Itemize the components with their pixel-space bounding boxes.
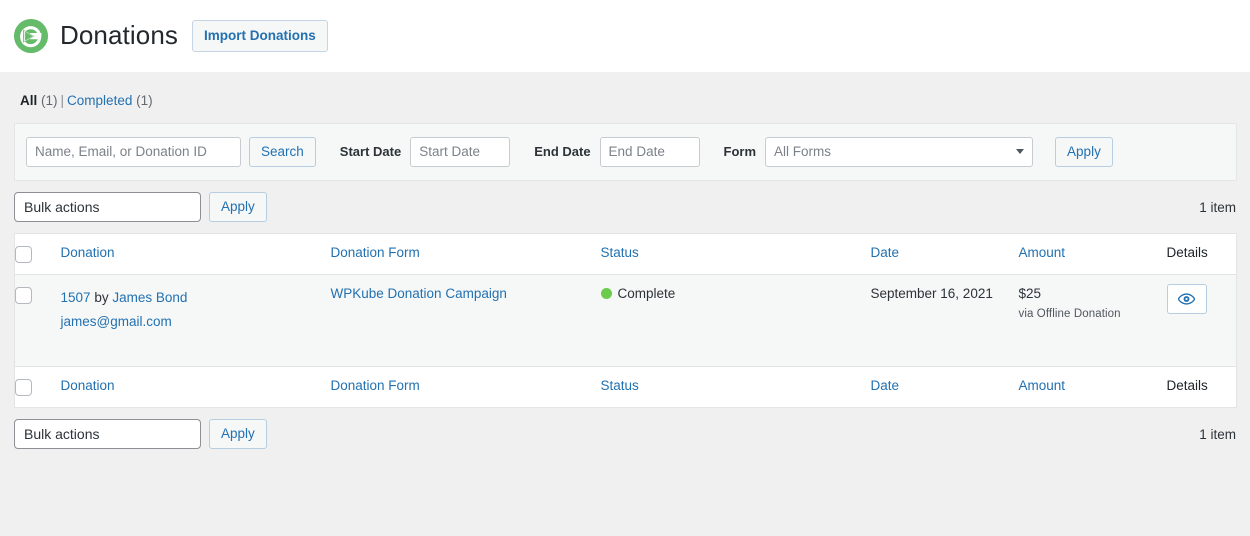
page-header: Donations Import Donations [0, 0, 1250, 72]
donor-email-link[interactable]: james@gmail.com [61, 314, 172, 329]
table-foot: Donation Donation Form Status Date Amoun… [14, 366, 1237, 408]
column-header-details: Details [1166, 233, 1237, 275]
select-all-checkbox-top[interactable] [15, 245, 32, 263]
view-separator: | [60, 93, 65, 108]
page-title: Donations [60, 20, 178, 51]
view-count-completed: (1) [136, 93, 153, 108]
givewp-logo-icon [14, 19, 48, 53]
form-label: Form [723, 144, 757, 160]
table-header-row: Donation Donation Form Status Date Amoun… [14, 233, 1237, 275]
select-all-header [14, 233, 61, 275]
column-header-status: Status [600, 233, 871, 275]
sort-link-donation-bottom[interactable]: Donation [61, 378, 115, 393]
column-header-donation-form: Donation Form [330, 233, 601, 275]
view-donation-details-button[interactable] [1166, 283, 1207, 314]
bulk-actions-select-top[interactable]: Bulk actions [14, 192, 201, 223]
table-footer-row: Donation Donation Form Status Date Amoun… [14, 366, 1237, 408]
sort-link-status-bottom[interactable]: Status [601, 378, 639, 393]
end-date-input[interactable] [599, 136, 700, 167]
bulk-apply-button-bottom[interactable]: Apply [209, 419, 267, 450]
table-row: 1507 by James Bond james@gmail.com WPKub… [14, 274, 1237, 367]
bulk-apply-button-top[interactable]: Apply [209, 192, 267, 223]
status-label: Complete [617, 285, 676, 301]
view-link-all[interactable]: All [20, 93, 37, 108]
column-footer-status: Status [600, 366, 871, 408]
page-body: All (1)|Completed (1) Search Start Date … [0, 72, 1250, 536]
cell-donation: 1507 by James Bond james@gmail.com [61, 274, 331, 366]
column-header-date: Date [870, 233, 1019, 275]
status-dot-icon [600, 287, 612, 299]
donations-table: Donation Donation Form Status Date Amoun… [14, 232, 1237, 408]
filter-apply-button[interactable]: Apply [1055, 136, 1113, 167]
column-footer-amount: Amount [1018, 366, 1167, 408]
sort-link-donation[interactable]: Donation [61, 245, 115, 260]
sort-link-amount[interactable]: Amount [1019, 245, 1066, 260]
column-header-amount: Amount [1018, 233, 1167, 275]
table-body: 1507 by James Bond james@gmail.com WPKub… [14, 274, 1237, 367]
sort-link-date-bottom[interactable]: Date [871, 378, 900, 393]
donor-name-link[interactable]: James Bond [112, 290, 187, 305]
form-select[interactable]: All Forms [765, 136, 1034, 167]
import-donations-button[interactable]: Import Donations [191, 19, 328, 53]
cell-date: September 16, 2021 [870, 285, 993, 301]
cell-donation-form: WPKube Donation Campaign [331, 274, 601, 366]
filter-panel: Search Start Date End Date Form All Form… [14, 122, 1237, 181]
tablenav-bottom: Bulk actions Apply 1 item [0, 408, 1250, 460]
sort-link-status[interactable]: Status [601, 245, 639, 260]
column-footer-donation-form: Donation Form [330, 366, 601, 408]
start-date-input[interactable] [410, 136, 511, 167]
table-head: Donation Donation Form Status Date Amoun… [14, 233, 1237, 275]
column-footer-details: Details [1166, 366, 1237, 408]
bulk-actions-select-bottom[interactable]: Bulk actions [14, 419, 201, 450]
eye-icon [1178, 293, 1195, 305]
select-all-footer [14, 366, 61, 408]
end-date-label: End Date [534, 144, 591, 160]
select-all-checkbox-bottom[interactable] [15, 378, 32, 396]
amount-value: $25 [1018, 285, 1042, 301]
tablenav-top: Bulk actions Apply 1 item [0, 181, 1250, 233]
view-link-completed[interactable]: Completed [67, 93, 132, 108]
cell-amount: $25 via Offline Donation [1019, 274, 1167, 366]
sort-link-donation-form-bottom[interactable]: Donation Form [331, 378, 420, 393]
sort-link-donation-form[interactable]: Donation Form [331, 245, 420, 260]
payment-gateway-note: via Offline Donation [1018, 307, 1121, 320]
item-count-bottom: 1 item [1199, 426, 1236, 442]
row-checkbox[interactable] [15, 286, 32, 304]
form-select-wrapper: All Forms [765, 136, 1034, 167]
search-input[interactable] [26, 136, 241, 167]
search-button[interactable]: Search [249, 136, 316, 167]
donations-table-wrapper: Donation Donation Form Status Date Amoun… [14, 232, 1237, 408]
view-count-all: (1) [41, 93, 58, 108]
donation-id-link[interactable]: 1507 [61, 290, 91, 305]
start-date-label: Start Date [339, 144, 402, 160]
donation-by-text: by [94, 289, 109, 305]
column-header-donation: Donation [60, 233, 331, 275]
column-footer-donation: Donation [60, 366, 331, 408]
row-select-cell [15, 274, 61, 366]
sort-link-amount-bottom[interactable]: Amount [1019, 378, 1066, 393]
column-footer-date: Date [870, 366, 1019, 408]
item-count-top: 1 item [1199, 199, 1236, 215]
sort-link-date[interactable]: Date [871, 245, 900, 260]
view-filter-links: All (1) | Completed (1) [0, 72, 1250, 123]
cell-status: Complete [600, 274, 871, 366]
donation-form-link[interactable]: WPKube Donation Campaign [331, 286, 507, 301]
cell-details [1166, 274, 1237, 366]
